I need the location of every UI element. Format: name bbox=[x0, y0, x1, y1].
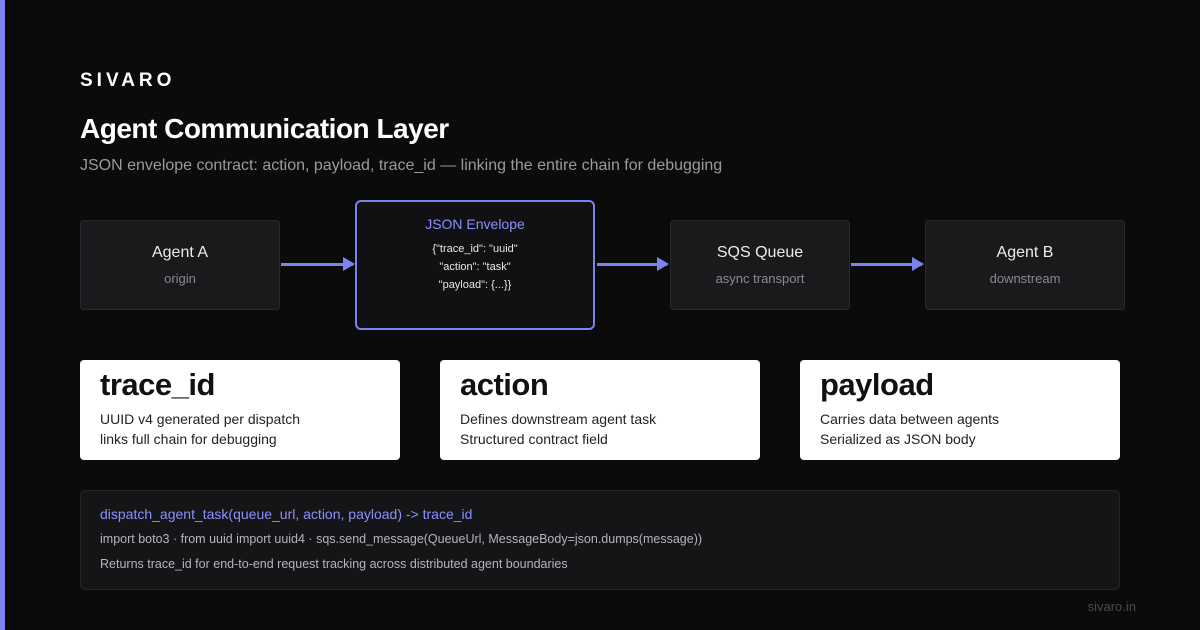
card-line: Structured contract field bbox=[460, 431, 608, 447]
trace-id-card: trace_id UUID v4 generated per dispatch … bbox=[80, 360, 400, 460]
arrow-sqs-to-b bbox=[851, 257, 924, 271]
page-title: Agent Communication Layer bbox=[80, 113, 449, 144]
agent-b-node: Agent B downstream bbox=[925, 220, 1125, 310]
envelope-line: "payload": {...}} bbox=[438, 279, 512, 291]
sqs-queue-node: SQS Queue async transport bbox=[670, 220, 850, 310]
agent-a-sub: origin bbox=[164, 271, 196, 286]
brand-logo: SIVARO bbox=[80, 70, 176, 91]
json-envelope-node: JSON Envelope {"trace_id": "uuid" "actio… bbox=[355, 200, 595, 330]
card-line: UUID v4 generated per dispatch bbox=[100, 411, 300, 427]
arrow-envelope-to-sqs bbox=[597, 257, 669, 271]
card-line: Defines downstream agent task bbox=[460, 411, 657, 427]
agent-b-name: Agent B bbox=[996, 244, 1054, 261]
code-snippet-box: dispatch_agent_task(queue_url, action, p… bbox=[80, 490, 1120, 590]
page-subtitle: JSON envelope contract: action, payload,… bbox=[80, 157, 723, 174]
import-line: import boto3 · from uuid import uuid4 · … bbox=[100, 532, 703, 546]
payload-card: payload Carries data between agents Seri… bbox=[800, 360, 1120, 460]
envelope-title: JSON Envelope bbox=[425, 216, 525, 232]
card-title: action bbox=[460, 367, 549, 402]
card-line: Serialized as JSON body bbox=[820, 431, 976, 447]
arrow-a-to-envelope bbox=[281, 257, 355, 271]
agent-a-node: Agent A origin bbox=[80, 220, 280, 310]
sqs-sub: async transport bbox=[715, 271, 805, 286]
card-line: Carries data between agents bbox=[820, 411, 999, 427]
agent-b-sub: downstream bbox=[989, 271, 1061, 286]
function-signature: dispatch_agent_task(queue_url, action, p… bbox=[100, 506, 473, 522]
returns-line: Returns trace_id for end-to-end request … bbox=[100, 557, 568, 571]
footer-url: sivaro.in bbox=[1087, 599, 1136, 614]
sqs-name: SQS Queue bbox=[716, 244, 804, 261]
card-title: trace_id bbox=[100, 367, 215, 402]
agent-a-name: Agent A bbox=[151, 244, 209, 261]
card-title: payload bbox=[820, 367, 934, 402]
envelope-line: {"trace_id": "uuid" bbox=[432, 243, 518, 255]
accent-bar bbox=[0, 0, 5, 630]
action-card: action Defines downstream agent task Str… bbox=[440, 360, 760, 460]
card-line: links full chain for debugging bbox=[100, 431, 277, 447]
envelope-line: "action": "task" bbox=[439, 261, 511, 273]
